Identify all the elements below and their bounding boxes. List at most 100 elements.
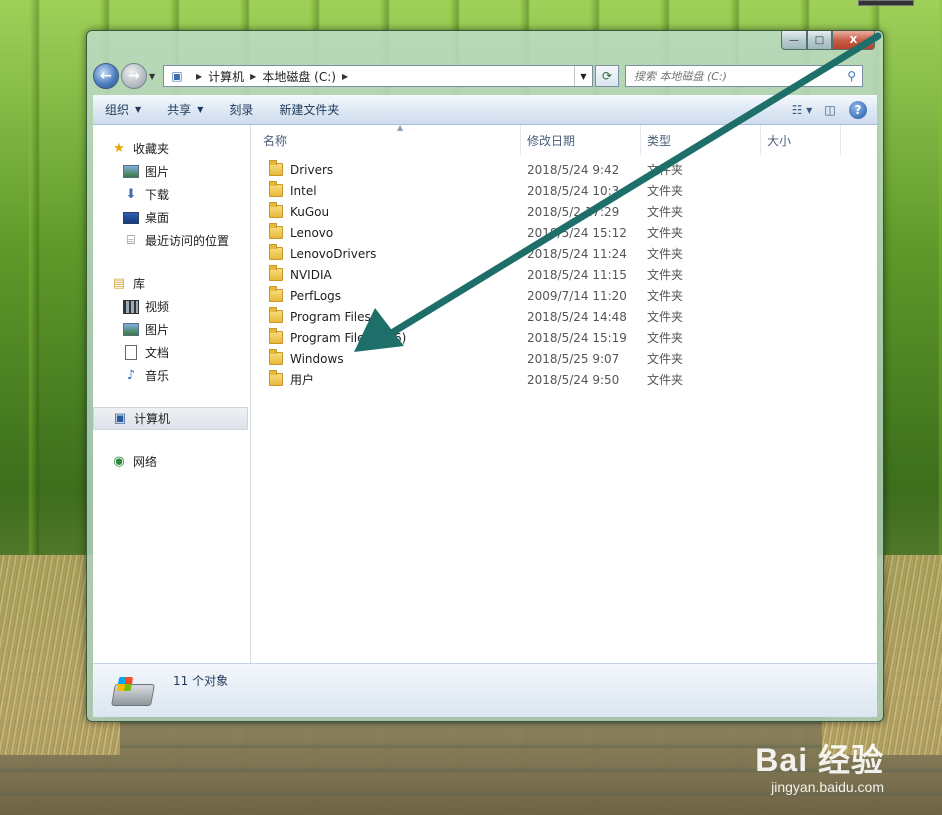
search-icon[interactable]: ⚲	[847, 69, 856, 83]
help-button[interactable]: ?	[847, 99, 869, 121]
sidebar-item-label: 桌面	[145, 211, 170, 225]
explorer-window: — □ X ← → ▼ ▣ ▶ 计算机 ▶ 本地磁盘 (C:) ▶ ▼ ⟳ ⚲ …	[86, 30, 884, 722]
back-button[interactable]: ←	[93, 63, 119, 89]
sidebar-item-label: 计算机	[134, 412, 171, 426]
folder-icon	[269, 328, 283, 344]
sidebar-item-downloads[interactable]: ⬇ 下载	[93, 183, 250, 206]
organize-label: 组织	[105, 103, 130, 117]
file-name: Lenovo	[290, 225, 334, 240]
table-row[interactable]: PerfLogs 2009/7/14 11:20 文件夹	[251, 285, 877, 306]
sidebar-item-desktop[interactable]: 桌面	[93, 206, 250, 229]
table-row[interactable]: LenovoDrivers 2018/5/24 11:24 文件夹	[251, 243, 877, 264]
folder-icon	[269, 349, 283, 365]
recent-pages-dropdown[interactable]: ▼	[149, 72, 159, 81]
column-header-label: 名称	[263, 133, 288, 148]
address-dropdown-button[interactable]: ▼	[574, 66, 592, 86]
sidebar-item-label: 最近访问的位置	[145, 234, 230, 248]
breadcrumb-separator[interactable]: ▶	[342, 72, 348, 81]
table-row[interactable]: Program Files (x86) 2018/5/24 15:19 文件夹	[251, 327, 877, 348]
table-row[interactable]: Lenovo 2018/5/24 15:12 文件夹	[251, 222, 877, 243]
file-type: 文件夹	[647, 247, 684, 261]
file-modified: 2009/7/14 11:20	[527, 288, 627, 303]
sidebar-item-favorites[interactable]: ★ 收藏夹	[93, 137, 250, 160]
folder-icon	[269, 265, 283, 281]
folder-icon	[269, 370, 283, 386]
minimize-button[interactable]: —	[781, 31, 807, 50]
sidebar-item-label: 图片	[145, 323, 170, 337]
item-count: 11 个对象	[173, 674, 229, 688]
breadcrumb-computer[interactable]: 计算机	[208, 68, 244, 85]
table-row[interactable]: Windows 2018/5/25 9:07 文件夹	[251, 348, 877, 369]
music-icon: ♪	[126, 368, 136, 383]
computer-icon: ▣	[113, 411, 127, 426]
sort-ascending-icon: ▲	[397, 123, 404, 132]
file-modified: 2018/5/24 9:42	[527, 162, 620, 177]
table-row[interactable]: Intel 2018/5/24 10:3 文件夹	[251, 180, 877, 201]
file-modified: 2018/5/24 9:50	[527, 372, 620, 387]
new-folder-button[interactable]: 新建文件夹	[279, 101, 339, 118]
sidebar-item-music[interactable]: ♪ 音乐	[93, 364, 250, 387]
breadcrumb-separator[interactable]: ▶	[250, 72, 256, 81]
address-bar[interactable]: ▣ ▶ 计算机 ▶ 本地磁盘 (C:) ▶ ▼	[163, 65, 593, 87]
details-pane: 11 个对象	[93, 663, 877, 717]
sidebar-item-videos[interactable]: 视频	[93, 295, 250, 318]
sidebar-item-recent-places[interactable]: ⌸ 最近访问的位置	[93, 229, 250, 252]
breadcrumb: ▶ 计算机 ▶ 本地磁盘 (C:) ▶	[190, 68, 354, 85]
close-button[interactable]: X	[832, 31, 875, 50]
folder-icon	[269, 202, 283, 218]
share-label: 共享	[167, 103, 192, 117]
refresh-button[interactable]: ⟳	[595, 65, 619, 87]
sidebar-item-pictures[interactable]: 图片	[93, 160, 250, 183]
sidebar-item-computer[interactable]: ▣ 计算机	[93, 407, 248, 430]
table-row[interactable]: 用户 2018/5/24 9:50 文件夹	[251, 369, 877, 390]
search-box[interactable]: ⚲	[625, 65, 863, 87]
file-type: 文件夹	[647, 352, 684, 366]
libraries-group: ▤ 库 视频 图片 文档 ♪ 音乐	[93, 272, 250, 387]
sidebar-item-documents[interactable]: 文档	[93, 341, 250, 364]
table-row[interactable]: Drivers 2018/5/24 9:42 文件夹	[251, 159, 877, 180]
document-icon	[123, 345, 139, 361]
sidebar-item-libraries[interactable]: ▤ 库	[93, 272, 250, 295]
network-icon: ◉	[113, 454, 125, 469]
sidebar-item-label: 下载	[145, 188, 170, 202]
share-menu[interactable]: 共享 ▼	[167, 101, 203, 118]
breadcrumb-separator[interactable]: ▶	[196, 72, 202, 81]
file-name: Intel	[290, 183, 317, 198]
explorer-body: ★ 收藏夹 图片 ⬇ 下载 桌面 ⌸ 最近访问的位置 ▤ 库 视频 图片 文档 …	[93, 123, 877, 663]
library-icon: ▤	[112, 276, 126, 291]
column-header-type[interactable]: 类型	[641, 125, 761, 155]
sidebar-item-label: 网络	[133, 455, 158, 469]
computer-icon: ▣	[171, 69, 183, 83]
column-header-name[interactable]: ▲ 名称	[257, 123, 521, 155]
forward-button[interactable]: →	[121, 63, 147, 89]
view-options-icon[interactable]: ☷ ▾	[791, 99, 813, 121]
file-list: Drivers 2018/5/24 9:42 文件夹 Intel 2018/5/24 …	[251, 159, 877, 390]
sidebar-item-library-pictures[interactable]: 图片	[93, 318, 250, 341]
breadcrumb-local-disk[interactable]: 本地磁盘 (C:)	[262, 68, 336, 85]
sidebar-item-network[interactable]: ◉ 网络	[93, 450, 250, 473]
table-row[interactable]: NVIDIA 2018/5/24 11:15 文件夹	[251, 264, 877, 285]
table-row[interactable]: Program Files 2018/5/24 14:48 文件夹	[251, 306, 877, 327]
caption-buttons: — □ X	[781, 31, 875, 50]
search-input[interactable]	[634, 69, 834, 83]
file-type: 文件夹	[647, 310, 684, 324]
download-icon: ⬇	[125, 187, 137, 202]
folder-icon	[269, 160, 283, 176]
column-header-size[interactable]: 大小	[761, 125, 841, 155]
burn-button[interactable]: 刻录	[229, 101, 253, 118]
table-row[interactable]: KuGou 2018/5/2 17:29 文件夹	[251, 201, 877, 222]
pictures-icon	[123, 322, 139, 338]
file-modified: 2018/5/24 15:12	[527, 225, 627, 240]
maximize-button[interactable]: □	[807, 31, 832, 50]
file-modified: 2018/5/24 15:19	[527, 330, 627, 345]
file-name: PerfLogs	[290, 288, 342, 303]
chevron-down-icon: ▼	[135, 105, 142, 114]
favorites-group: ★ 收藏夹 图片 ⬇ 下载 桌面 ⌸ 最近访问的位置	[93, 137, 250, 252]
watermark-logo: Bai 经验	[755, 742, 884, 778]
navigation-pane: ★ 收藏夹 图片 ⬇ 下载 桌面 ⌸ 最近访问的位置 ▤ 库 视频 图片 文档 …	[93, 125, 251, 663]
organize-menu[interactable]: 组织 ▼	[105, 101, 141, 118]
folder-icon	[269, 244, 283, 260]
preview-pane-icon[interactable]: ◫	[819, 99, 841, 121]
column-header-modified[interactable]: 修改日期	[521, 125, 641, 155]
star-icon: ★	[113, 141, 125, 156]
